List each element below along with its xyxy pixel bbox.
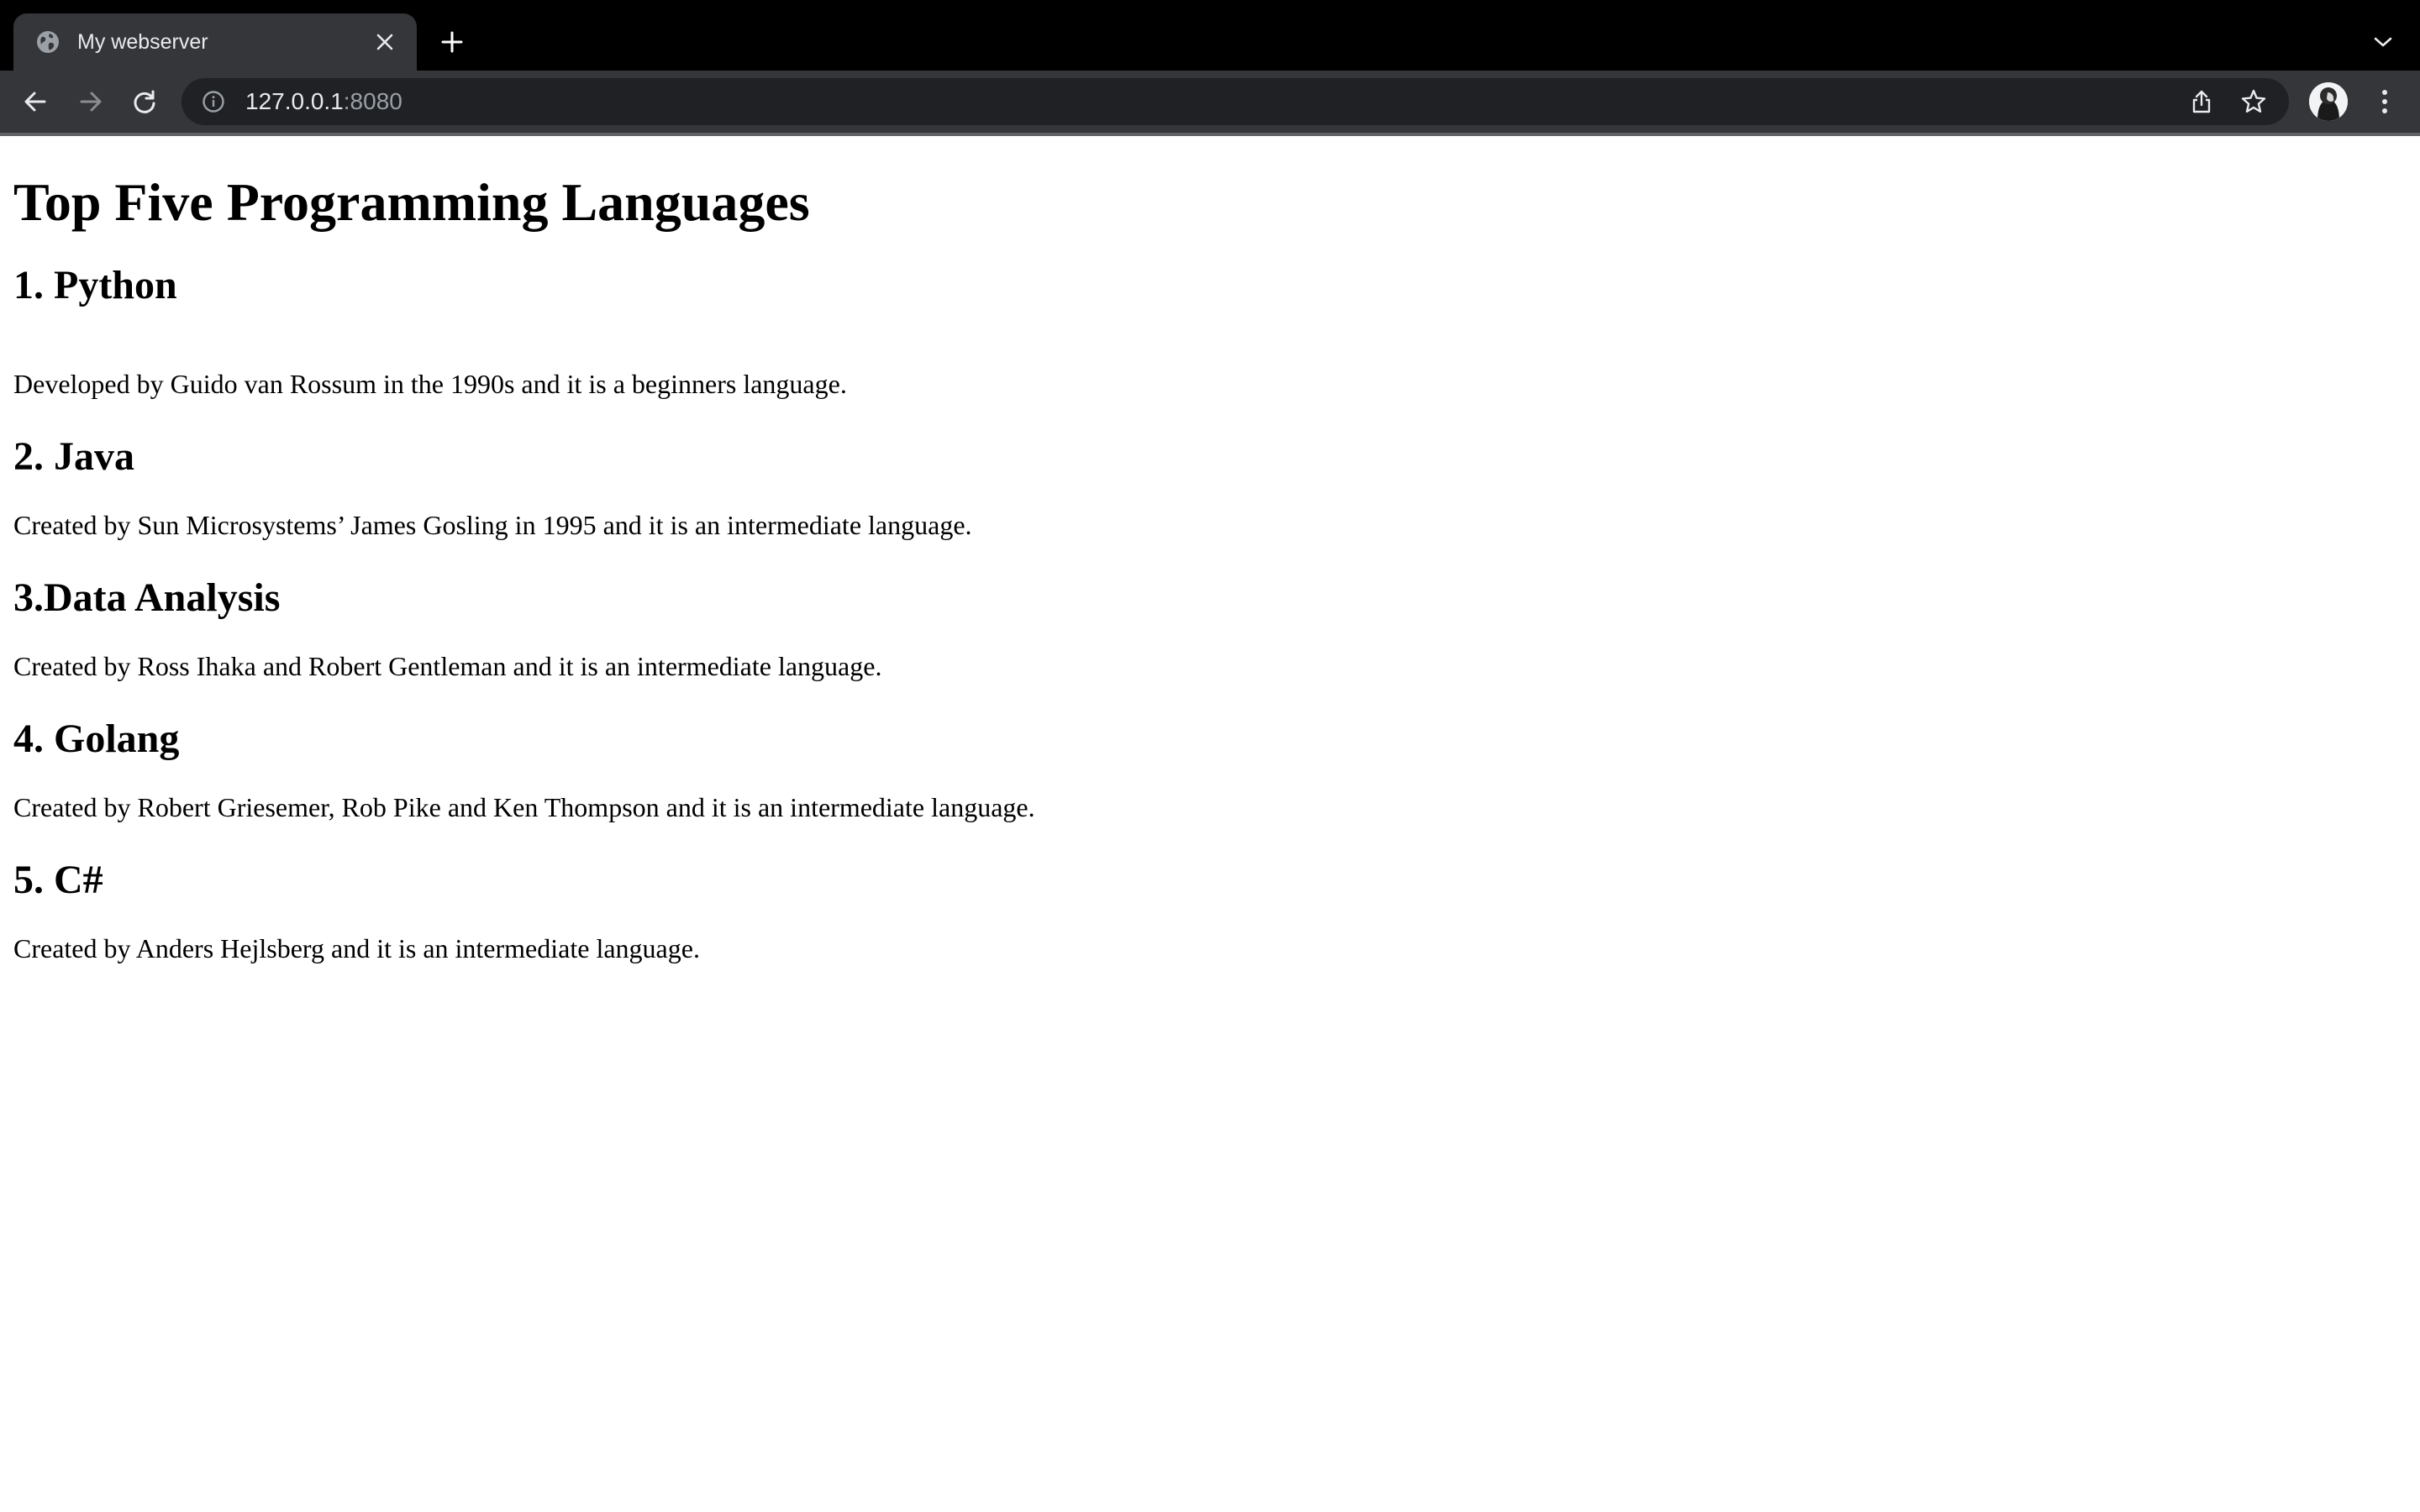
chevron-down-icon bbox=[2374, 37, 2392, 47]
close-tab-icon[interactable] bbox=[368, 25, 402, 59]
browser-chrome: My webserver 127.0.0.1:8080 bbox=[0, 0, 2420, 136]
new-tab-button[interactable] bbox=[434, 24, 471, 60]
section-description-data-analysis: Created by Ross Ihaka and Robert Gentlem… bbox=[13, 650, 882, 681]
section-description-python: Developed by Guido van Rossum in the 199… bbox=[13, 368, 847, 399]
url-port: :8080 bbox=[343, 88, 402, 114]
section-description-csharp: Created by Anders Hejlsberg and it is an… bbox=[13, 932, 700, 963]
forward-button[interactable] bbox=[71, 81, 111, 122]
tab-search-button[interactable] bbox=[2366, 25, 2400, 59]
section-description-java: Created by Sun Microsystems’ James Gosli… bbox=[13, 509, 972, 540]
browser-tab[interactable]: My webserver bbox=[13, 13, 417, 71]
back-button[interactable] bbox=[15, 81, 55, 122]
reload-button[interactable] bbox=[124, 81, 165, 122]
page-title: Top Five Programming Languages bbox=[13, 172, 810, 232]
section-title-data-analysis: 3.Data Analysis bbox=[13, 575, 281, 620]
page-content: Top Five Programming Languages 1. Python… bbox=[0, 171, 2420, 964]
plus-icon bbox=[441, 31, 463, 53]
forward-arrow-icon bbox=[80, 92, 102, 112]
section-title-python: 1. Python bbox=[13, 262, 177, 307]
kebab-menu-icon[interactable] bbox=[2368, 81, 2402, 122]
browser-toolbar: 127.0.0.1:8080 bbox=[0, 71, 2420, 133]
url-text[interactable]: 127.0.0.1:8080 bbox=[245, 88, 402, 115]
address-bar[interactable]: 127.0.0.1:8080 bbox=[182, 78, 2289, 125]
tab-strip: My webserver bbox=[0, 0, 2420, 71]
share-icon[interactable] bbox=[2183, 83, 2220, 120]
avatar[interactable] bbox=[2309, 82, 2348, 121]
section-title-csharp: 5. C# bbox=[13, 857, 103, 902]
reload-icon bbox=[134, 90, 155, 113]
globe-icon bbox=[35, 29, 60, 55]
section-description-golang: Created by Robert Griesemer, Rob Pike an… bbox=[13, 791, 1035, 822]
toolbar-divider bbox=[0, 133, 2420, 136]
back-arrow-icon bbox=[24, 92, 46, 112]
url-host: 127.0.0.1 bbox=[245, 88, 344, 114]
star-icon[interactable] bbox=[2235, 83, 2272, 120]
section-title-java: 2. Java bbox=[13, 433, 134, 479]
tab-title: My webserver bbox=[77, 29, 208, 54]
section-title-golang: 4. Golang bbox=[13, 716, 180, 761]
info-icon[interactable] bbox=[200, 88, 227, 115]
